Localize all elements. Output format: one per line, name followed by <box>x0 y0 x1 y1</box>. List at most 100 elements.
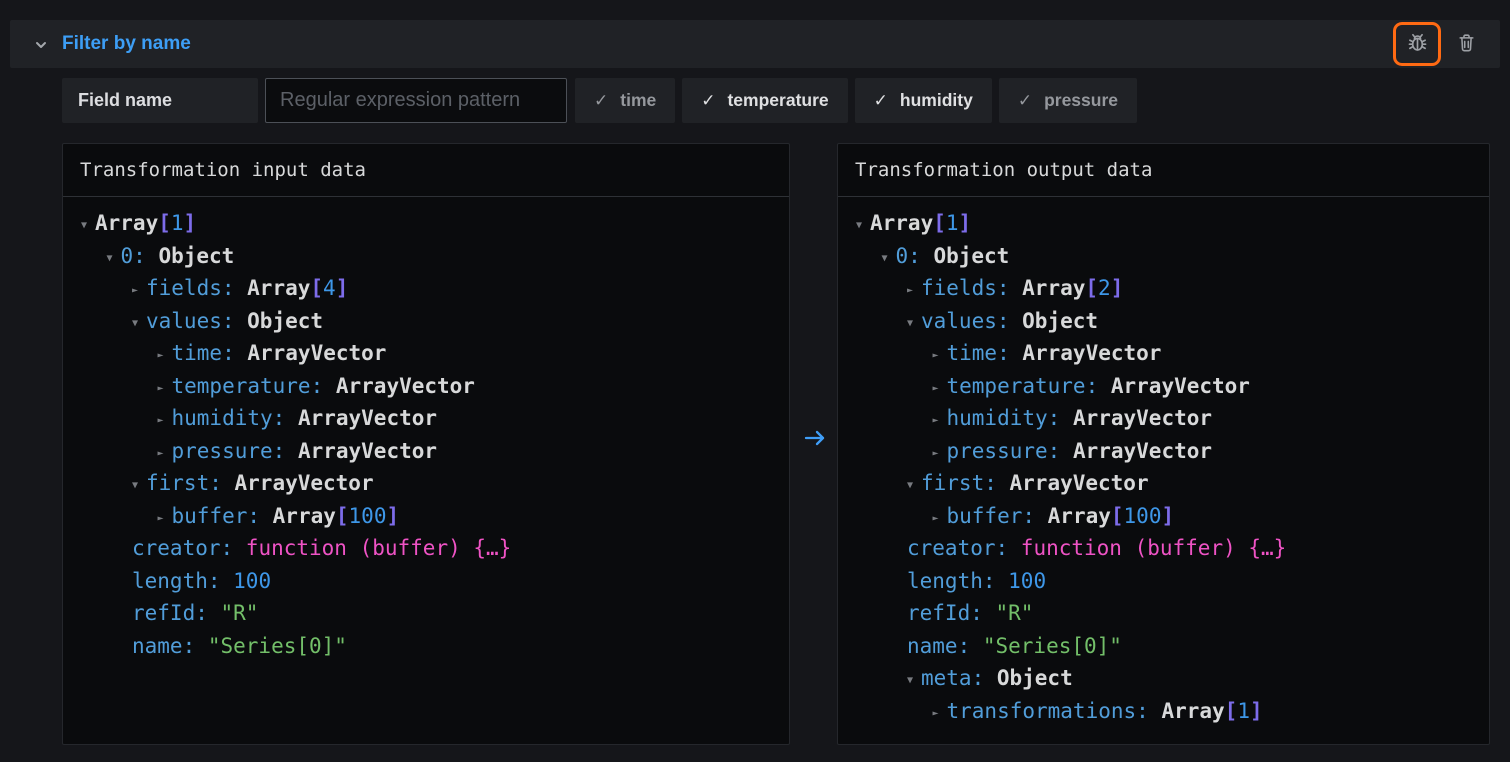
json-key: pressure: <box>172 439 298 463</box>
expand-toggler-icon[interactable]: ► <box>933 503 947 536</box>
json-value-ctor: ArrayVector <box>1073 439 1212 463</box>
json-value-brk: [ <box>1085 276 1098 300</box>
json-value-num: 1 <box>1237 699 1250 723</box>
expand-toggler-icon[interactable]: ► <box>907 275 921 308</box>
collapse-toggler-icon[interactable]: ▼ <box>907 308 921 341</box>
json-key: creator: <box>907 536 1021 560</box>
expand-toggler-icon[interactable]: ► <box>158 340 172 373</box>
json-key: fields: <box>921 276 1022 300</box>
json-key: 0: <box>121 244 159 268</box>
expand-toggler-icon[interactable]: ► <box>132 275 146 308</box>
expand-toggler-icon[interactable]: ► <box>933 438 947 471</box>
collapse-toggler-icon[interactable]: ▼ <box>132 470 146 503</box>
json-key: first: <box>146 471 235 495</box>
json-key: humidity: <box>947 406 1073 430</box>
json-value-brk: ] <box>184 211 197 235</box>
json-value-ctor: ArrayVector <box>1022 341 1161 365</box>
json-key: fields: <box>146 276 247 300</box>
json-value-ctor: ArrayVector <box>247 341 386 365</box>
json-key: humidity: <box>172 406 298 430</box>
json-key: creator: <box>132 536 246 560</box>
json-row: ►buffer: Array[100] <box>81 500 789 533</box>
json-value-num: 100 <box>1124 504 1162 528</box>
collapse-toggler-icon[interactable]: ▼ <box>132 308 146 341</box>
json-row: ►temperature: ArrayVector <box>81 370 789 403</box>
json-key: buffer: <box>172 504 273 528</box>
json-value-ctor: Array <box>870 211 933 235</box>
collapse-toggler-icon[interactable]: ▼ <box>107 243 121 276</box>
field-name-label: Field name <box>62 78 258 123</box>
expand-toggler-icon[interactable]: ► <box>933 698 947 731</box>
json-row: ▼values: Object <box>81 305 789 338</box>
field-chip-label: humidity <box>900 90 973 111</box>
json-value-brk: [ <box>1111 504 1124 528</box>
json-key: time: <box>947 341 1023 365</box>
remove-transform-button[interactable] <box>1446 22 1486 66</box>
collapse-toggler-icon[interactable]: ▼ <box>81 210 95 243</box>
json-row: ►pressure: ArrayVector <box>856 435 1489 468</box>
json-key: 0: <box>896 244 934 268</box>
expand-toggler-icon[interactable]: ► <box>158 405 172 438</box>
collapse-toggler-icon[interactable]: ▼ <box>907 665 921 698</box>
expand-toggler-icon[interactable]: ► <box>158 373 172 406</box>
json-row: name: "Series[0]" <box>856 630 1489 663</box>
chevron-down-icon[interactable] <box>33 37 49 53</box>
expand-toggler-icon[interactable]: ► <box>933 405 947 438</box>
json-key: meta: <box>921 666 997 690</box>
json-value-str: "Series[0]" <box>983 634 1122 658</box>
collapse-toggler-icon[interactable]: ▼ <box>882 243 896 276</box>
json-value-brk: [ <box>1225 699 1238 723</box>
field-chip-pressure[interactable]: ✓pressure <box>999 78 1137 123</box>
check-icon: ✓ <box>701 91 715 111</box>
json-key: name: <box>132 634 208 658</box>
json-value-ctor: ArrayVector <box>1111 374 1250 398</box>
expand-toggler-icon[interactable]: ► <box>933 340 947 373</box>
json-row: ►fields: Array[4] <box>81 272 789 305</box>
json-value-num: 1 <box>171 211 184 235</box>
json-key: values: <box>921 309 1022 333</box>
json-value-ctor: ArrayVector <box>1073 406 1212 430</box>
json-key: name: <box>907 634 983 658</box>
json-value-num: 4 <box>323 276 336 300</box>
json-value-brk: ] <box>1111 276 1124 300</box>
check-icon: ✓ <box>874 91 888 111</box>
expand-toggler-icon[interactable]: ► <box>158 503 172 536</box>
transformation-debug-view: { "transform_bar": { "title": "Filter by… <box>0 0 1510 762</box>
bug-icon <box>1406 31 1429 57</box>
json-value-brk: ] <box>336 276 349 300</box>
json-key: first: <box>921 471 1010 495</box>
field-chip-time[interactable]: ✓time <box>575 78 675 123</box>
json-key: length: <box>132 569 233 593</box>
collapse-toggler-icon[interactable]: ▼ <box>856 210 870 243</box>
json-row: ►time: ArrayVector <box>81 337 789 370</box>
transform-title[interactable]: Filter by name <box>62 20 191 68</box>
expand-toggler-icon[interactable]: ► <box>158 438 172 471</box>
json-value-ctor: Array <box>1022 276 1085 300</box>
json-value-ctor: Object <box>158 244 234 268</box>
transform-header-bar[interactable]: Filter by name <box>10 20 1500 68</box>
json-value-brk: [ <box>310 276 323 300</box>
json-row: length: 100 <box>81 565 789 598</box>
json-row: ▼0: Object <box>856 240 1489 273</box>
json-key: temperature: <box>947 374 1111 398</box>
json-value-ctor: Object <box>1022 309 1098 333</box>
expand-toggler-icon[interactable]: ► <box>933 373 947 406</box>
field-chip-humidity[interactable]: ✓ humidity <box>855 78 992 123</box>
trash-icon <box>1456 32 1477 56</box>
json-value-ctor: Array <box>1048 504 1111 528</box>
field-chip-temperature[interactable]: ✓temperature <box>682 78 847 123</box>
output-panel-title: Transformation output data <box>838 144 1489 197</box>
json-value-ctor: Array <box>95 211 158 235</box>
regex-pattern-input[interactable] <box>265 78 567 123</box>
json-value-ctor: Array <box>247 276 310 300</box>
json-row: ▼meta: Object <box>856 662 1489 695</box>
collapse-toggler-icon[interactable]: ▼ <box>907 470 921 503</box>
json-row: creator: function (buffer) {…} <box>81 532 789 565</box>
json-row: length: 100 <box>856 565 1489 598</box>
field-chip-label: time <box>620 90 656 111</box>
debug-transform-button[interactable] <box>1393 22 1441 66</box>
json-value-brk: [ <box>158 211 171 235</box>
json-value-num: 100 <box>1008 569 1046 593</box>
json-row: ►fields: Array[2] <box>856 272 1489 305</box>
json-row: name: "Series[0]" <box>81 630 789 663</box>
